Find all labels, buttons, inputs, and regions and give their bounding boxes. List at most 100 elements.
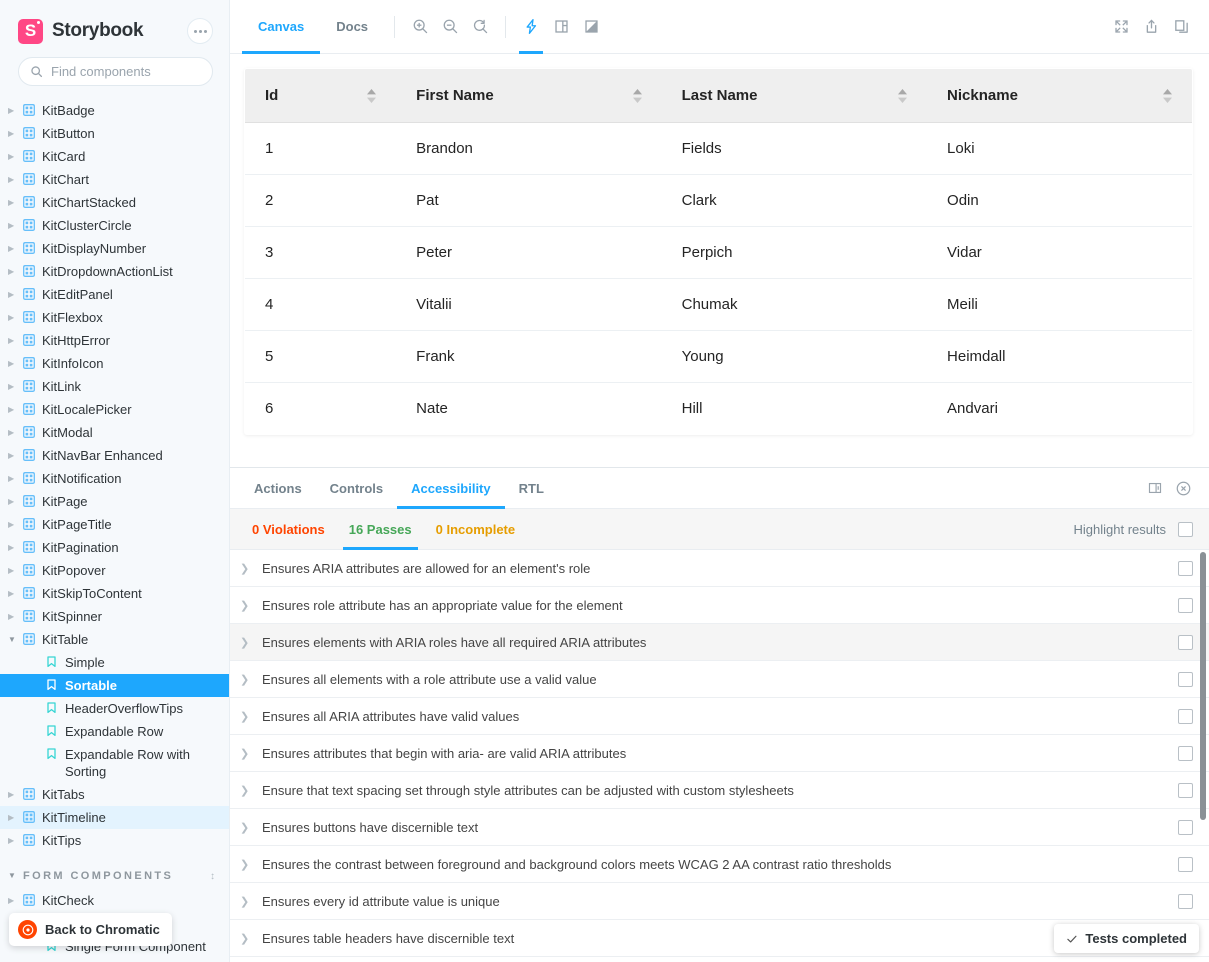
zoom-reset-button[interactable] <box>465 0 495 54</box>
panel-position-button[interactable] <box>1141 468 1169 509</box>
sidebar-item-kitlocalepicker[interactable]: ▶ KitLocalePicker <box>0 398 229 421</box>
a11y-rule-row[interactable]: ❯ Ensures all elements with a role attrib… <box>230 661 1209 698</box>
sort-arrows-icon[interactable] <box>367 88 377 103</box>
sort-arrows-icon[interactable] <box>1163 88 1172 103</box>
sidebar-item-kitnotification[interactable]: ▶ KitNotification <box>0 467 229 490</box>
chevron-right-icon[interactable]: ▶ <box>8 291 17 299</box>
chevron-right-icon[interactable]: ▶ <box>8 314 17 322</box>
story-item-sortable[interactable]: Sortable <box>0 674 229 697</box>
sidebar-item-kitpagination[interactable]: ▶ KitPagination <box>0 536 229 559</box>
chevron-right-icon[interactable]: ❯ <box>240 858 262 871</box>
sidebar-item-kitpagetitle[interactable]: ▶ KitPageTitle <box>0 513 229 536</box>
back-to-chromatic-button[interactable]: Back to Chromatic <box>9 913 172 946</box>
a11y-rule-row[interactable]: ❯ Ensures the contrast between foreground… <box>230 846 1209 883</box>
chevron-right-icon[interactable]: ▶ <box>8 567 17 575</box>
sidebar-item-kitspinner[interactable]: ▶ KitSpinner <box>0 605 229 628</box>
sidebar-item-kitmodal[interactable]: ▶ KitModal <box>0 421 229 444</box>
rules-scrollbar[interactable] <box>1200 550 1206 962</box>
a11y-tab-incomplete[interactable]: 0 Incomplete <box>424 509 527 550</box>
table-header-nickname[interactable]: Nickname <box>927 69 1192 123</box>
sidebar-item-kiteditpanel[interactable]: ▶ KitEditPanel <box>0 283 229 306</box>
panel-close-button[interactable] <box>1169 468 1197 509</box>
chevron-right-icon[interactable]: ▶ <box>8 897 17 905</box>
a11y-rule-row[interactable]: ❯ Ensures buttons have discernible text <box>230 809 1209 846</box>
chevron-right-icon[interactable]: ▶ <box>8 245 17 253</box>
chevron-right-icon[interactable]: ❯ <box>240 562 262 575</box>
a11y-rule-row[interactable]: ❯ Ensures all ARIA attributes have valid … <box>230 698 1209 735</box>
sidebar-item-kitskiptocontent[interactable]: ▶ KitSkipToContent <box>0 582 229 605</box>
chevron-right-icon[interactable]: ▶ <box>8 814 17 822</box>
chevron-right-icon[interactable]: ▶ <box>8 176 17 184</box>
a11y-rule-checkbox[interactable] <box>1178 782 1193 798</box>
chevron-right-icon[interactable]: ❯ <box>240 895 262 908</box>
sidebar-item-kitdisplaynumber[interactable]: ▶ KitDisplayNumber <box>0 237 229 260</box>
layers-button[interactable] <box>546 0 576 54</box>
sort-updown-icon[interactable]: ↕ <box>210 871 215 882</box>
sidebar-item-kithttperror[interactable]: ▶ KitHttpError <box>0 329 229 352</box>
tab-docs[interactable]: Docs <box>320 0 384 54</box>
a11y-rule-checkbox[interactable] <box>1178 560 1193 576</box>
chevron-right-icon[interactable]: ▶ <box>8 107 17 115</box>
sidebar-item-kitinfoicon[interactable]: ▶ KitInfoIcon <box>0 352 229 375</box>
chevron-right-icon[interactable]: ❯ <box>240 747 262 760</box>
contrast-button[interactable] <box>576 0 606 54</box>
chevron-right-icon[interactable]: ▶ <box>8 222 17 230</box>
chevron-right-icon[interactable]: ▶ <box>8 544 17 552</box>
tab-accessibility[interactable]: Accessibility <box>397 468 505 509</box>
table-header-id[interactable]: Id <box>245 69 397 123</box>
copy-button[interactable] <box>1166 0 1196 54</box>
a11y-rule-row[interactable]: ❯ Ensures attributes that begin with aria… <box>230 735 1209 772</box>
a11y-rule-row[interactable]: ❯ Ensures role attribute has an appropria… <box>230 587 1209 624</box>
sidebar-item-kitcard[interactable]: ▶ KitCard <box>0 145 229 168</box>
table-header-first-name[interactable]: First Name <box>396 69 662 123</box>
a11y-rule-row[interactable]: ❯ Ensure that text spacing set through st… <box>230 772 1209 809</box>
a11y-rule-checkbox[interactable] <box>1178 671 1193 687</box>
a11y-rule-checkbox[interactable] <box>1178 745 1193 761</box>
chevron-right-icon[interactable]: ❯ <box>240 932 262 945</box>
sidebar-menu-button[interactable] <box>187 18 213 44</box>
sidebar-item-kitlink[interactable]: ▶ KitLink <box>0 375 229 398</box>
search-input[interactable] <box>51 64 227 79</box>
measure-button[interactable] <box>516 0 546 54</box>
a11y-rule-checkbox[interactable] <box>1178 893 1193 909</box>
sidebar-item-kitchartstacked[interactable]: ▶ KitChartStacked <box>0 191 229 214</box>
chevron-right-icon[interactable]: ▶ <box>8 521 17 529</box>
a11y-rule-checkbox[interactable] <box>1178 856 1193 872</box>
sidebar-item-kittable[interactable]: ▼ KitTable <box>0 628 229 651</box>
chevron-right-icon[interactable]: ▶ <box>8 613 17 621</box>
chevron-down-icon[interactable]: ▼ <box>8 636 17 644</box>
story-item-simple[interactable]: Simple <box>0 651 229 674</box>
sidebar-item-kitnavbar-enhanced[interactable]: ▶ KitNavBar Enhanced <box>0 444 229 467</box>
sidebar-item-kitpage[interactable]: ▶ KitPage <box>0 490 229 513</box>
a11y-rule-checkbox[interactable] <box>1178 819 1193 835</box>
a11y-tab-passes[interactable]: 16 Passes <box>337 509 424 550</box>
chevron-right-icon[interactable]: ▶ <box>8 837 17 845</box>
chevron-right-icon[interactable]: ❯ <box>240 710 262 723</box>
sidebar-item-kitbutton[interactable]: ▶ KitButton <box>0 122 229 145</box>
sidebar-item-kitcheck[interactable]: ▶ KitCheck <box>0 889 229 912</box>
sidebar-item-kitclustercircle[interactable]: ▶ KitClusterCircle <box>0 214 229 237</box>
zoom-out-button[interactable] <box>435 0 465 54</box>
chevron-right-icon[interactable]: ▶ <box>8 590 17 598</box>
chevron-right-icon[interactable]: ▶ <box>8 268 17 276</box>
chevron-right-icon[interactable]: ▶ <box>8 153 17 161</box>
chevron-right-icon[interactable]: ▶ <box>8 475 17 483</box>
chevron-right-icon[interactable]: ▶ <box>8 360 17 368</box>
chevron-right-icon[interactable]: ▶ <box>8 199 17 207</box>
fullscreen-button[interactable] <box>1106 0 1136 54</box>
chevron-right-icon[interactable]: ❯ <box>240 636 262 649</box>
tab-canvas[interactable]: Canvas <box>242 0 321 54</box>
sort-arrows-icon[interactable] <box>632 88 642 103</box>
story-item-expandable-row[interactable]: Expandable Row <box>0 720 229 743</box>
sidebar-item-kitpopover[interactable]: ▶ KitPopover <box>0 559 229 582</box>
tests-completed-badge[interactable]: Tests completed <box>1054 924 1199 953</box>
share-button[interactable] <box>1136 0 1166 54</box>
sidebar-item-kitchart[interactable]: ▶ KitChart <box>0 168 229 191</box>
sidebar-item-kittips[interactable]: ▶ KitTips <box>0 829 229 852</box>
rules-scrollbar-thumb[interactable] <box>1200 552 1206 820</box>
sidebar-section-form-components[interactable]: ▼ FORM COMPONENTS ↕ <box>0 852 229 889</box>
chevron-right-icon[interactable]: ▶ <box>8 337 17 345</box>
a11y-tab-violations[interactable]: 0 Violations <box>240 509 337 550</box>
a11y-rule-checkbox[interactable] <box>1178 597 1193 613</box>
chevron-down-icon[interactable]: ▼ <box>8 872 17 885</box>
